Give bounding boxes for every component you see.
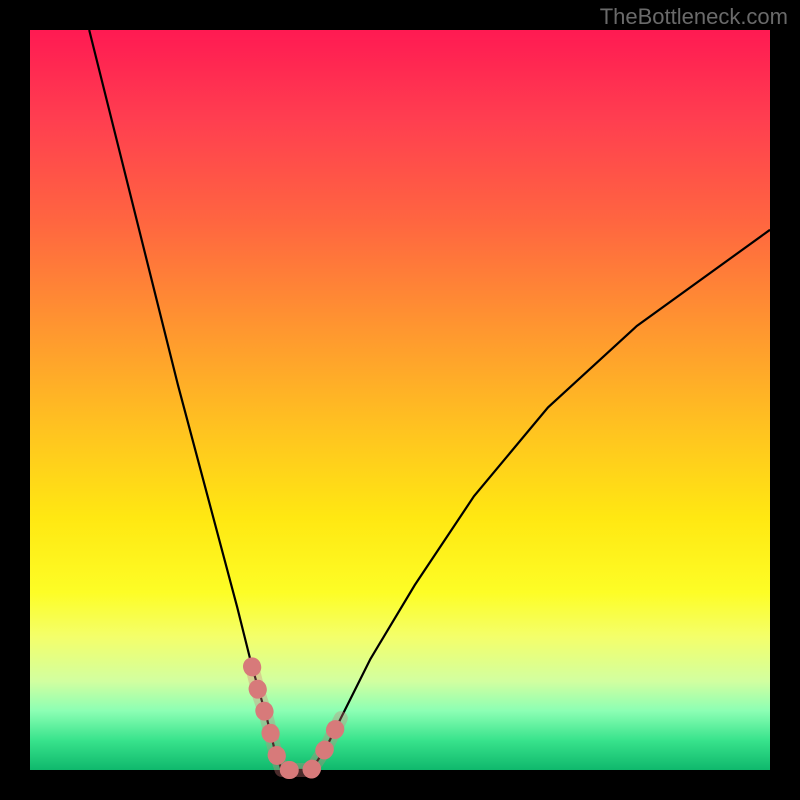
- watermark-text: TheBottleneck.com: [600, 4, 788, 30]
- bottleneck-chart: [30, 30, 770, 770]
- bottleneck-curve: [89, 30, 770, 770]
- optimal-zone-base: [252, 666, 341, 770]
